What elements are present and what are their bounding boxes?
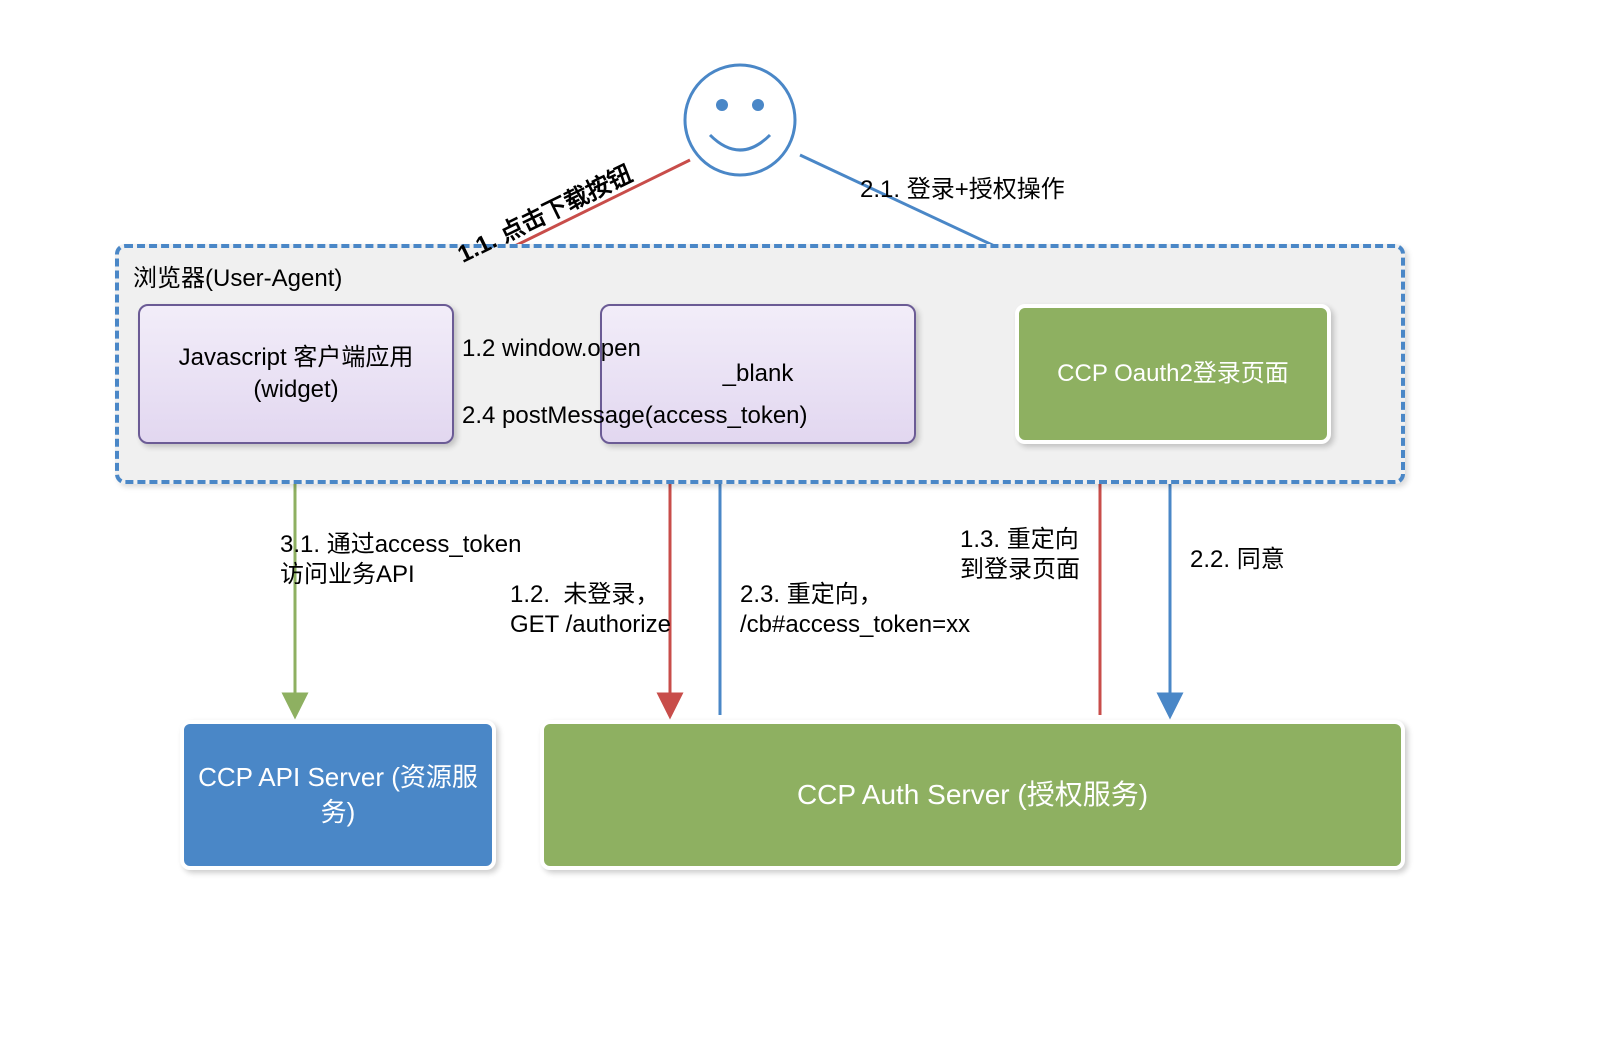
node-blank-label: _blank: [723, 358, 794, 390]
label-2-2: 2.2. 同意: [1190, 545, 1285, 575]
node-api-server: CCP API Server (资源服务): [180, 720, 496, 870]
user-actor-icon: [685, 65, 795, 175]
node-js-widget-label: Javascript 客户端应用 (widget): [140, 342, 452, 407]
label-2-1: 2.1. 登录+授权操作: [860, 175, 1065, 205]
node-js-widget: Javascript 客户端应用 (widget): [138, 304, 454, 444]
label-1-2b: 1.2. 未登录， GET /authorize: [510, 580, 671, 640]
node-api-label: CCP API Server (资源服务): [184, 760, 492, 830]
label-1-3: 1.3. 重定向 到登录页面: [960, 525, 1080, 585]
node-oauth-label: CCP Oauth2登录页面: [1057, 358, 1289, 390]
node-auth-label: CCP Auth Server (授权服务): [797, 776, 1148, 814]
browser-title: 浏览器(User-Agent): [133, 258, 342, 293]
arrows-layer: [100, 0, 1520, 1048]
label-1-2a: 1.2 window.open: [462, 334, 641, 364]
node-oauth-login: CCP Oauth2登录页面: [1015, 304, 1331, 444]
diagram-canvas: 浏览器(User-Agent) Javascript 客户端应用 (widget…: [100, 0, 1520, 1048]
label-3-1: 3.1. 通过access_token 访问业务API: [280, 530, 521, 590]
label-2-3: 2.3. 重定向， /cb#access_token=xx: [740, 580, 970, 640]
label-2-4: 2.4 postMessage(access_token): [462, 401, 808, 431]
node-auth-server: CCP Auth Server (授权服务): [540, 720, 1405, 870]
